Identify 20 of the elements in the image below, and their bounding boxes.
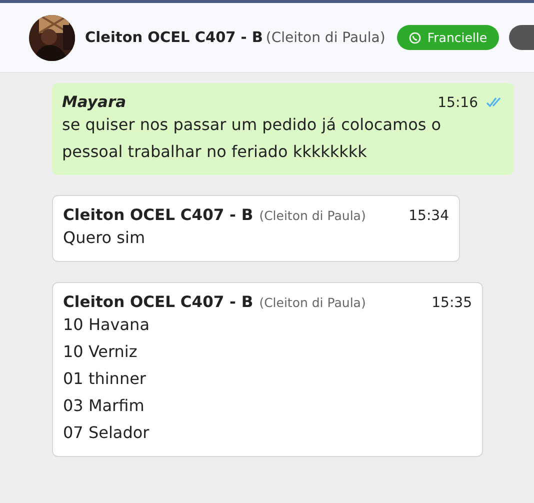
contact-name: Cleiton OCEL C407 - B (85, 30, 263, 46)
chat-icon (409, 32, 422, 44)
message-author: Cleiton OCEL C407 - B (63, 206, 254, 224)
message-text: Quero sim (63, 227, 146, 249)
message-text: 01 thinner (63, 368, 148, 390)
message-time: 15:34 (408, 208, 449, 224)
message-text: 07 Selador (63, 422, 150, 444)
message-author: Mayara (62, 93, 126, 111)
contact-alias: (Cleiton di Paula) (266, 30, 386, 46)
message-time: 15:16 (436, 95, 478, 111)
message-text: 10 Verniz (63, 341, 138, 363)
action-button[interactable] (509, 25, 534, 50)
channel-button[interactable]: Francielle (397, 25, 500, 50)
author-alias: (Cleiton di Paula) (259, 208, 366, 223)
author-alias: (Cleiton di Paula) (259, 295, 366, 310)
message-time: 15:35 (430, 295, 472, 311)
message-text: 03 Marfim (63, 395, 146, 417)
message-text: se quiser nos passar um pedido já colocamos o pessoal trabalhar no feriado kkkkkkkk (62, 114, 442, 163)
message-author: Cleiton OCEL C407 - B (63, 293, 254, 311)
message-text: 10 Havana (63, 314, 150, 336)
